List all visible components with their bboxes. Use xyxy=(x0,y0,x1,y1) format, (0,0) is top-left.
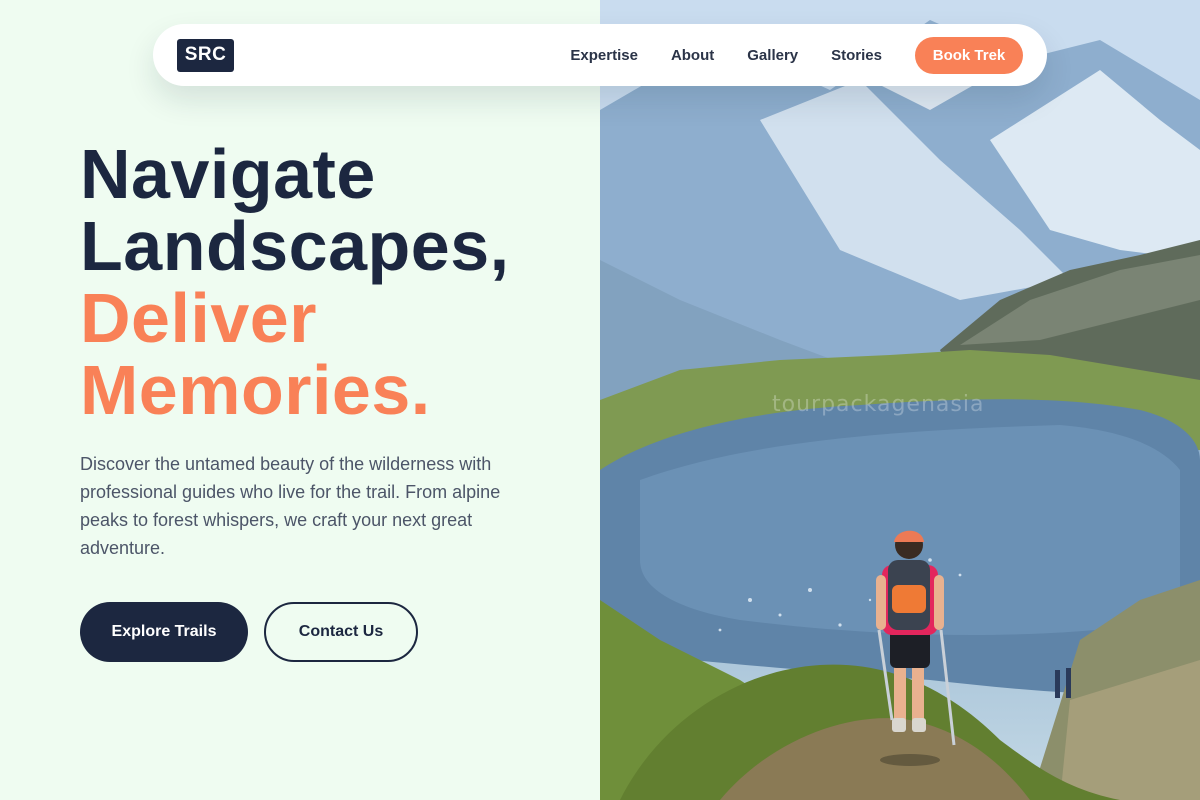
nav-link-about[interactable]: About xyxy=(671,47,714,64)
hero-description: Discover the untamed beauty of the wilde… xyxy=(80,454,501,558)
nav-link-expertise[interactable]: Expertise xyxy=(570,47,638,64)
photo-watermark: tourpackagenasia xyxy=(772,392,985,417)
top-navbar: SRC Expertise About Gallery Stories Book… xyxy=(153,24,1047,86)
contact-us-button[interactable]: Contact Us xyxy=(264,602,418,662)
explore-trails-button[interactable]: Explore Trails xyxy=(80,602,248,662)
headline-line-3: Deliver xyxy=(80,279,317,357)
hero-headline: Navigate Landscapes, Deliver Memories. xyxy=(80,138,510,426)
book-trek-button[interactable]: Book Trek xyxy=(915,36,1023,74)
headline-line-1: Navigate xyxy=(80,135,376,213)
nav-links: Expertise About Gallery Stories Book Tre… xyxy=(570,36,1023,74)
headline-line-4: Memories. xyxy=(80,351,431,429)
brand-logo[interactable]: SRC xyxy=(177,38,234,72)
nav-link-stories[interactable]: Stories xyxy=(831,47,882,64)
headline-line-2: Landscapes, xyxy=(80,207,510,285)
nav-link-gallery[interactable]: Gallery xyxy=(747,47,798,64)
